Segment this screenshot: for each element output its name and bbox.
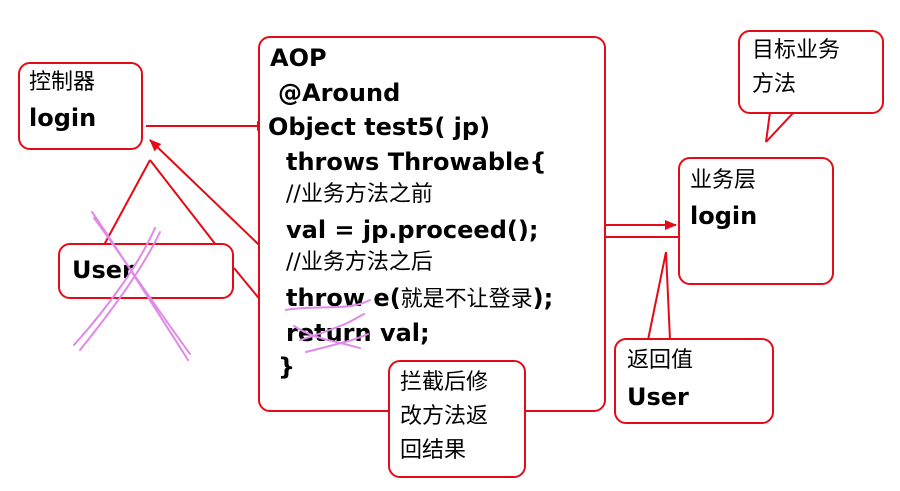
strike-layer [73,211,371,361]
user-strike-d [79,231,161,351]
user-strike-b [93,217,191,355]
throw-underline [285,299,371,311]
return-strike-a [293,325,361,349]
return-strike-b [299,313,365,341]
aop-around-diagram: 控制器 login User AOP @Around Object test5(… [0,0,900,491]
